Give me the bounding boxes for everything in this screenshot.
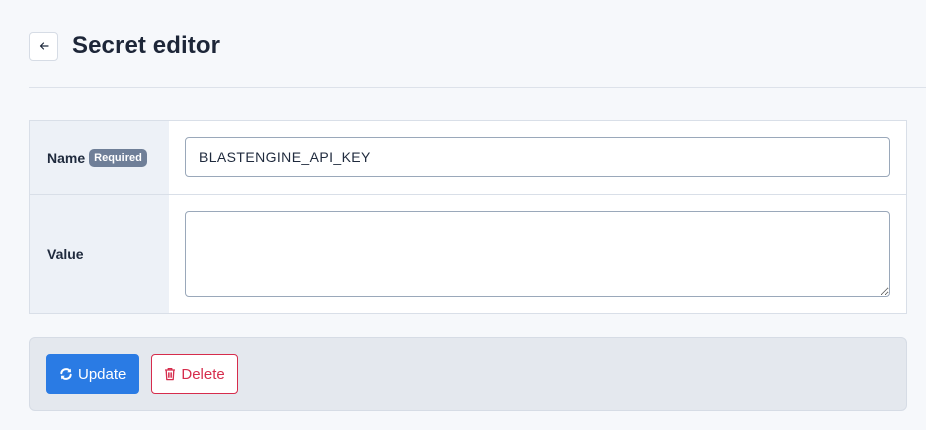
form-row-value: Value <box>30 194 906 313</box>
name-input-cell <box>169 121 906 194</box>
delete-button[interactable]: Delete <box>151 354 238 394</box>
name-input[interactable] <box>185 137 890 177</box>
required-badge: Required <box>89 148 147 167</box>
value-label-cell: Value <box>30 195 169 313</box>
refresh-icon <box>59 367 73 381</box>
back-button[interactable] <box>29 31 58 61</box>
update-button[interactable]: Update <box>46 354 140 394</box>
delete-button-label: Delete <box>181 365 225 383</box>
form-actions: Update Delete <box>29 337 907 411</box>
name-label-cell: Name Required <box>30 121 169 194</box>
name-label: Name <box>47 149 86 166</box>
page-header: Secret editor <box>29 29 220 63</box>
value-input-cell <box>169 195 906 313</box>
trash-icon <box>164 367 176 381</box>
secret-editor-page: Secret editor Name Required Value <box>0 0 926 430</box>
form-row-name: Name Required <box>30 121 906 194</box>
value-textarea[interactable] <box>185 211 890 297</box>
value-label: Value <box>47 246 84 262</box>
update-button-label: Update <box>78 365 127 383</box>
arrow-left-icon <box>38 40 50 52</box>
secret-form: Name Required Value <box>29 120 907 314</box>
page-title: Secret editor <box>72 32 221 59</box>
header-divider <box>29 87 926 88</box>
